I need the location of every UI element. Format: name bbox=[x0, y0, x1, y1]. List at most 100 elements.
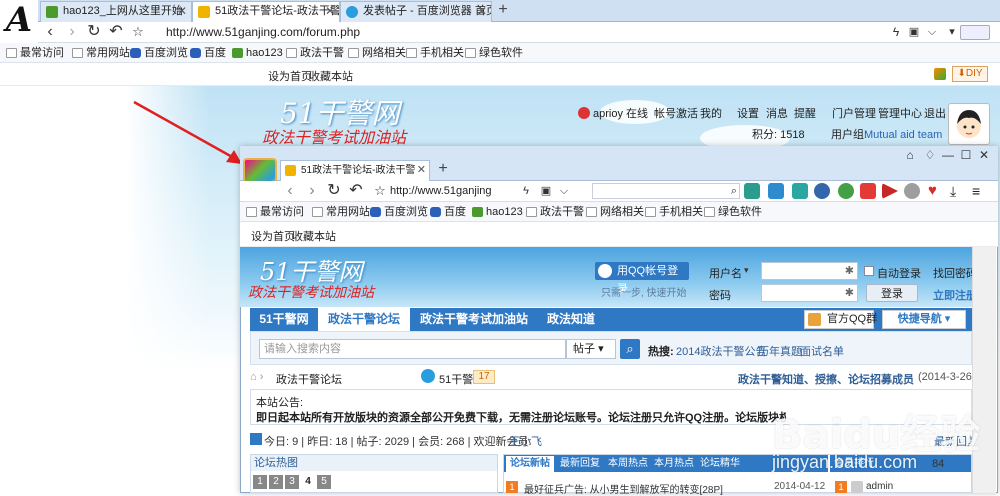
nav-zhidao[interactable]: 政法知道 bbox=[536, 308, 606, 331]
star-icon[interactable]: ☆ bbox=[370, 181, 390, 201]
tab-week-hot[interactable]: 本周热点 bbox=[608, 457, 648, 471]
search-engine-select[interactable] bbox=[960, 25, 990, 40]
search-button[interactable]: ⌕ bbox=[620, 339, 640, 359]
quick-nav-button[interactable]: 快捷导航 ▾ bbox=[882, 310, 966, 329]
post-title-link[interactable]: 最好征兵广告: 从小男生到解放军的转变[28P] bbox=[524, 481, 764, 496]
announcement-link[interactable]: 政法干警知道、授擦、论坛招募成员啦... bbox=[738, 371, 914, 387]
auto-login-checkbox[interactable] bbox=[864, 266, 874, 276]
home-icon[interactable]: ⌂ › bbox=[250, 371, 263, 383]
qq-login-button[interactable]: 用QQ帐号登录 bbox=[595, 262, 689, 295]
inner-search-box[interactable] bbox=[592, 183, 740, 199]
bookmark-green-soft[interactable]: 绿色软件 bbox=[704, 204, 762, 220]
tab-featured[interactable]: 论坛精华 bbox=[700, 457, 740, 471]
find-password-link[interactable]: 找回密码 bbox=[933, 265, 977, 281]
ext-search-icon[interactable] bbox=[814, 183, 830, 199]
avatar[interactable] bbox=[948, 103, 990, 145]
lightning-icon[interactable]: ϟ bbox=[516, 181, 536, 201]
diy-button[interactable]: ⬇DIY bbox=[952, 66, 988, 82]
bookmark-mobile[interactable]: 手机相关 bbox=[406, 45, 464, 61]
password-input[interactable]: ✱ bbox=[761, 284, 858, 302]
inner-new-tab-button[interactable]: + bbox=[434, 161, 452, 179]
ext-globe-icon[interactable] bbox=[904, 183, 920, 199]
my-menu[interactable]: 我的 bbox=[700, 106, 722, 122]
search-icon[interactable]: ⌕ bbox=[724, 181, 744, 201]
inner-address-bar[interactable]: http://www.51ganjing bbox=[390, 182, 510, 200]
refresh-icon[interactable]: ↻ bbox=[84, 22, 104, 42]
tab-hao123[interactable]: hao123_上网从这里开始 ✕ bbox=[40, 1, 192, 22]
admin-center-link[interactable]: 管理中心 bbox=[878, 106, 922, 122]
undo-icon[interactable]: ↶ bbox=[106, 22, 126, 42]
star-icon[interactable]: ☆ bbox=[128, 22, 148, 42]
back-icon[interactable]: ‹ bbox=[40, 22, 60, 42]
tab-51ganjing[interactable]: 51政法干警论坛-政法干警 ✕ bbox=[192, 1, 340, 22]
chevron-down-icon[interactable]: ⌵ bbox=[554, 181, 574, 201]
bookmark-common[interactable]: 常用网站 bbox=[72, 45, 130, 61]
bookmark-common[interactable]: 常用网站 bbox=[312, 204, 370, 220]
favorite-link[interactable]: 收藏本站 bbox=[292, 228, 336, 244]
page-3[interactable]: 3 bbox=[285, 475, 299, 489]
group-value[interactable]: Mutual aid team bbox=[864, 127, 942, 143]
ext-arrow-icon[interactable] bbox=[792, 183, 808, 199]
bookmark-hao123[interactable]: hao123 bbox=[232, 45, 283, 61]
reader-icon[interactable]: ▣ bbox=[904, 22, 924, 42]
new-member-link[interactable]: 王小飞 bbox=[509, 433, 542, 449]
nav-exam-station[interactable]: 政法干警考试加油站 bbox=[412, 308, 536, 331]
qq-group-button[interactable]: 官方QQ群 bbox=[804, 310, 877, 329]
undo-icon[interactable]: ↶ bbox=[346, 181, 366, 201]
nav-forum[interactable]: 政法干警论坛 bbox=[318, 308, 410, 331]
bookmark-mobile[interactable]: 手机相关 bbox=[645, 204, 703, 220]
page-4[interactable]: 4 bbox=[301, 475, 315, 489]
heart-icon[interactable]: ♥ bbox=[928, 183, 944, 199]
new-tab-button[interactable]: + bbox=[494, 2, 512, 20]
ext-grid-icon[interactable] bbox=[744, 183, 760, 199]
chevron-down-icon[interactable]: ▾ bbox=[744, 265, 749, 276]
settings-link[interactable]: 设置 bbox=[737, 106, 759, 122]
ext-screenshot-icon[interactable] bbox=[768, 183, 784, 199]
inner-tab-forum[interactable]: 51政法干警论坛-政法干警 ✕ bbox=[280, 160, 430, 181]
register-link[interactable]: 立即注册 bbox=[933, 287, 977, 303]
refresh-icon[interactable]: ↻ bbox=[324, 181, 344, 201]
bookmark-baidu[interactable]: 百度 bbox=[190, 45, 226, 61]
menu-icon[interactable]: ≡ bbox=[972, 183, 988, 199]
tab-new-posts[interactable]: 论坛新帖 bbox=[506, 456, 554, 472]
reader-icon[interactable]: ▣ bbox=[536, 181, 556, 201]
breadcrumb[interactable]: 政法干警论坛 bbox=[276, 371, 342, 387]
crumb-badge-label[interactable]: 51干警 bbox=[439, 371, 473, 387]
set-home-link[interactable]: 设为首页 bbox=[251, 228, 295, 244]
shirt-icon[interactable]: ♢ bbox=[922, 148, 938, 162]
tab-latest-replies[interactable]: 最新回复 bbox=[560, 457, 600, 471]
post-author[interactable]: admin bbox=[866, 481, 893, 492]
forward-icon[interactable]: › bbox=[302, 181, 322, 201]
bookmark-zhengfa[interactable]: 政法干警 bbox=[526, 204, 584, 220]
page-2[interactable]: 2 bbox=[269, 475, 283, 489]
download-icon[interactable]: ⤓ bbox=[950, 183, 966, 199]
close-window-icon[interactable]: ✕ bbox=[976, 148, 992, 162]
account-activate-link[interactable]: 帐号激活 bbox=[654, 106, 698, 122]
tab-month-hot[interactable]: 本月热点 bbox=[654, 457, 694, 471]
forward-icon[interactable]: › bbox=[62, 22, 82, 42]
hot-search-3[interactable]: 面试名单 bbox=[800, 343, 844, 359]
online-status[interactable]: 在线 bbox=[626, 106, 648, 122]
set-home-link[interactable]: 设为首页 bbox=[268, 68, 312, 84]
forum-search-input[interactable]: 请输入搜索内容 bbox=[259, 339, 566, 359]
back-icon[interactable]: ‹ bbox=[280, 181, 300, 201]
bookmark-network[interactable]: 网络相关 bbox=[586, 204, 644, 220]
close-icon[interactable]: ✕ bbox=[477, 2, 487, 21]
ext-power-icon[interactable] bbox=[838, 183, 854, 199]
bookmark-baidu-browse[interactable]: 百度浏览 bbox=[130, 45, 188, 61]
hot-search-2[interactable]: 历年真题 bbox=[758, 343, 802, 359]
logout-link[interactable]: 退出 bbox=[924, 106, 946, 122]
plugin-icon[interactable] bbox=[934, 68, 946, 80]
chevron-down-icon[interactable]: ▾ bbox=[942, 22, 962, 42]
ext-book-icon[interactable] bbox=[860, 183, 876, 199]
search-type-select[interactable]: 帖子 ▾ bbox=[566, 339, 616, 359]
page-1[interactable]: 1 bbox=[253, 475, 267, 489]
page-5[interactable]: 5 bbox=[317, 475, 331, 489]
minimize-icon[interactable]: — bbox=[940, 148, 956, 162]
messages-link[interactable]: 消息 bbox=[766, 106, 788, 122]
address-bar[interactable]: http://www.51ganjing.com/forum.php bbox=[148, 23, 908, 41]
lock-icon[interactable]: ⌂ bbox=[902, 148, 918, 162]
bookmark-baidu[interactable]: 百度 bbox=[430, 204, 466, 220]
lightning-icon[interactable]: ϟ bbox=[886, 22, 906, 42]
favorite-link[interactable]: 收藏本站 bbox=[309, 68, 353, 84]
